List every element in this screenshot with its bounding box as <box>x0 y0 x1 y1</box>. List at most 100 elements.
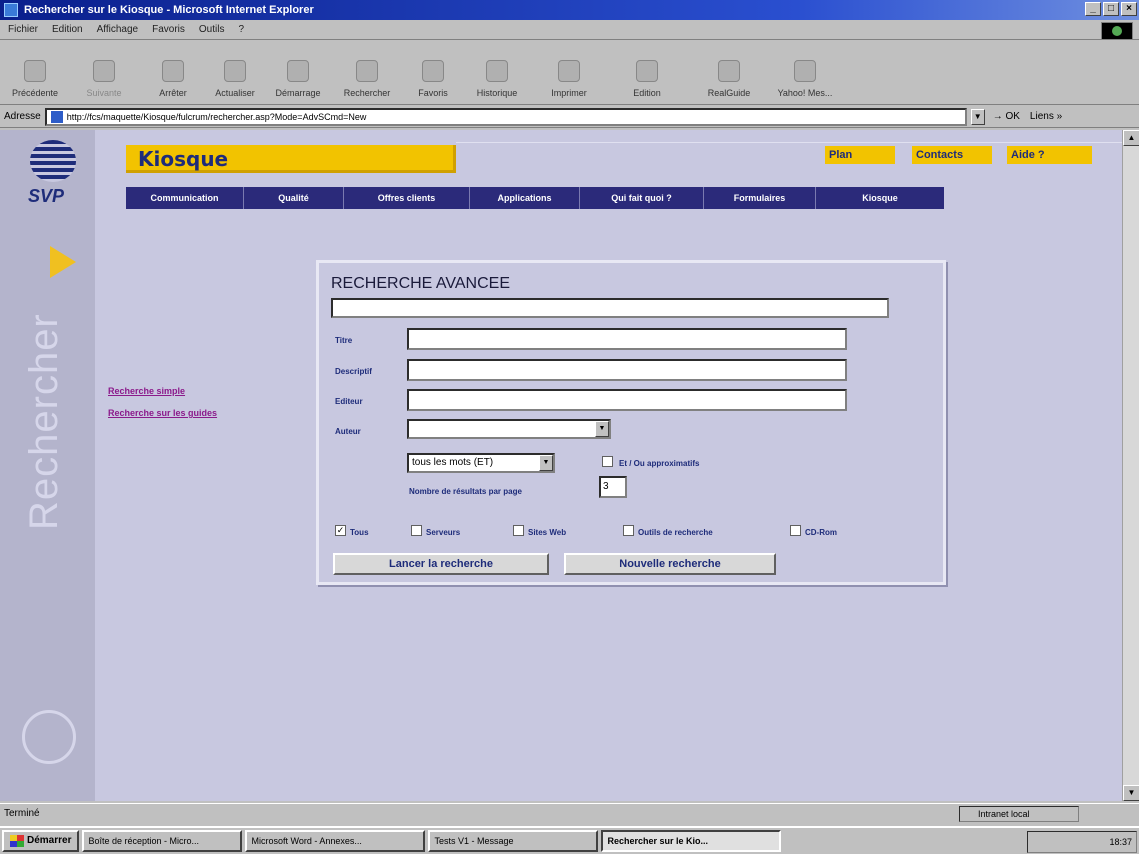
toplink-aide[interactable]: Aide ? <box>1007 146 1092 164</box>
nav-applications[interactable]: Applications <box>470 187 580 209</box>
go-button[interactable]: → OK <box>993 111 1020 122</box>
advanced-search-panel: RECHERCHE AVANCEE Titre Descriptif Edite… <box>316 260 946 585</box>
window-title: Rechercher sur le Kiosque - Microsoft In… <box>24 4 314 16</box>
decorative-circle-icon <box>22 710 76 764</box>
minimize-button[interactable]: _ <box>1085 2 1101 16</box>
menu-fichier[interactable]: Fichier <box>8 24 38 35</box>
ie-app-icon[interactable] <box>4 3 18 17</box>
stop-button[interactable]: Arrêter <box>142 46 204 98</box>
new-search-button[interactable]: Nouvelle recherche <box>564 553 776 575</box>
kiosque-banner: Kiosque <box>126 145 456 173</box>
back-button[interactable]: Précédente <box>4 46 66 98</box>
vertical-scrollbar[interactable]: ▲ ▼ <box>1122 130 1139 801</box>
source-cdrom-label: CD-Rom <box>805 528 837 537</box>
task-word[interactable]: Microsoft Word - Annexes... <box>245 830 426 852</box>
label-auteur: Auteur <box>335 427 361 436</box>
source-tous-label: Tous <box>350 528 369 537</box>
system-tray: 18:37 <box>1027 831 1137 853</box>
window-titlebar[interactable]: Rechercher sur le Kiosque - Microsoft In… <box>0 0 1139 20</box>
menu-favoris[interactable]: Favoris <box>152 24 185 35</box>
ie-throbber-icon <box>1101 22 1133 40</box>
address-bar: Adresse http://fcs/maquette/Kiosque/fulc… <box>0 106 1139 128</box>
launch-search-button[interactable]: Lancer la recherche <box>333 553 549 575</box>
favorites-button[interactable]: Favoris <box>404 46 462 98</box>
nav-kiosque[interactable]: Kiosque <box>816 187 944 209</box>
edit-icon <box>636 60 658 82</box>
search-button[interactable]: Rechercher <box>330 46 404 98</box>
auteur-select[interactable]: ▼ <box>407 419 611 439</box>
start-button[interactable]: Démarrer <box>2 830 80 852</box>
nav-formulaires[interactable]: Formulaires <box>704 187 816 209</box>
yahoo-button[interactable]: Yahoo! Mes... <box>770 46 840 98</box>
scroll-up-arrow-icon[interactable]: ▲ <box>1123 130 1139 146</box>
realguide-button[interactable]: RealGuide <box>688 46 770 98</box>
toplink-plan[interactable]: Plan <box>825 146 895 164</box>
address-url: http://fcs/maquette/Kiosque/fulcrum/rech… <box>66 111 367 122</box>
print-icon <box>558 60 580 82</box>
toolbar: Précédente Suivante Arrêter Actualiser D… <box>0 41 1139 105</box>
fulltext-search-input[interactable] <box>331 298 889 318</box>
source-cdrom-checkbox[interactable] <box>790 525 801 536</box>
chevron-down-icon[interactable]: ▼ <box>539 455 553 471</box>
status-bar: Terminé Intranet local <box>0 803 1139 823</box>
edit-button[interactable]: Edition <box>606 46 688 98</box>
mode-select[interactable]: tous les mots (ET) ▼ <box>407 453 555 473</box>
main-nav: Communication Qualité Offres clients App… <box>126 187 944 209</box>
page-icon <box>50 110 63 123</box>
toplink-contacts[interactable]: Contacts <box>912 146 992 164</box>
label-editeur: Editeur <box>335 397 363 406</box>
menu-outils[interactable]: Outils <box>199 24 225 35</box>
link-recherche-simple[interactable]: Recherche simple <box>108 386 185 396</box>
search-icon <box>356 60 378 82</box>
yahoo-icon <box>794 60 816 82</box>
triangle-arrow-icon <box>50 246 76 278</box>
nav-qui-fait-quoi[interactable]: Qui fait quoi ? <box>580 187 704 209</box>
source-tous-checkbox[interactable]: ✓ <box>335 525 346 536</box>
history-button[interactable]: Historique <box>462 46 532 98</box>
source-outils-checkbox[interactable] <box>623 525 634 536</box>
menu-help[interactable]: ? <box>238 24 244 35</box>
label-descriptif: Descriptif <box>335 367 372 376</box>
task-inbox[interactable]: Boîte de réception - Micro... <box>82 830 243 852</box>
address-input[interactable]: http://fcs/maquette/Kiosque/fulcrum/rech… <box>44 107 967 126</box>
maximize-button[interactable]: □ <box>1103 2 1119 16</box>
address-dropdown-button[interactable]: ▼ <box>970 108 985 125</box>
approx-label: Et / Ou approximatifs <box>619 459 700 468</box>
link-recherche-guides[interactable]: Recherche sur les guides <box>108 408 217 418</box>
svp-globe-logo-icon[interactable] <box>30 140 76 182</box>
svp-logo-text[interactable]: SVP <box>28 186 64 207</box>
source-sites-web-checkbox[interactable] <box>513 525 524 536</box>
nav-offres-clients[interactable]: Offres clients <box>344 187 470 209</box>
windows-logo-icon <box>10 835 24 847</box>
security-zone: Intranet local <box>959 806 1079 822</box>
forward-button[interactable]: Suivante <box>66 46 142 98</box>
descriptif-input[interactable] <box>407 359 847 381</box>
panel-title: RECHERCHE AVANCEE <box>331 275 510 292</box>
page-content: SVP Rechercher Kiosque Plan Contacts Aid… <box>0 130 1122 801</box>
approx-checkbox[interactable] <box>602 456 613 467</box>
source-outils-label: Outils de recherche <box>638 528 713 537</box>
clock[interactable]: 18:37 <box>1109 837 1132 847</box>
forward-arrow-icon <box>93 60 115 82</box>
history-icon <box>486 60 508 82</box>
menu-affichage[interactable]: Affichage <box>97 24 139 35</box>
scroll-down-arrow-icon[interactable]: ▼ <box>1123 785 1139 801</box>
editeur-input[interactable] <box>407 389 847 411</box>
nav-qualite[interactable]: Qualité <box>244 187 344 209</box>
menubar: Fichier Edition Affichage Favoris Outils… <box>0 20 1139 40</box>
source-serveurs-checkbox[interactable] <box>411 525 422 536</box>
print-button[interactable]: Imprimer <box>532 46 606 98</box>
close-button[interactable]: × <box>1121 2 1137 16</box>
taskbar: Démarrer Boîte de réception - Micro... M… <box>0 826 1139 854</box>
links-button[interactable]: Liens » <box>1030 111 1062 122</box>
task-ie-kiosque[interactable]: Rechercher sur le Kio... <box>601 830 782 852</box>
nav-communication[interactable]: Communication <box>126 187 244 209</box>
chevron-down-icon[interactable]: ▼ <box>595 421 609 437</box>
titre-input[interactable] <box>407 328 847 350</box>
results-per-page-input[interactable]: 3 <box>599 476 627 498</box>
refresh-button[interactable]: Actualiser <box>204 46 266 98</box>
vertical-section-title: Rechercher <box>22 313 66 530</box>
home-button[interactable]: Démarrage <box>266 46 330 98</box>
task-tests-message[interactable]: Tests V1 - Message <box>428 830 599 852</box>
menu-edition[interactable]: Edition <box>52 24 83 35</box>
